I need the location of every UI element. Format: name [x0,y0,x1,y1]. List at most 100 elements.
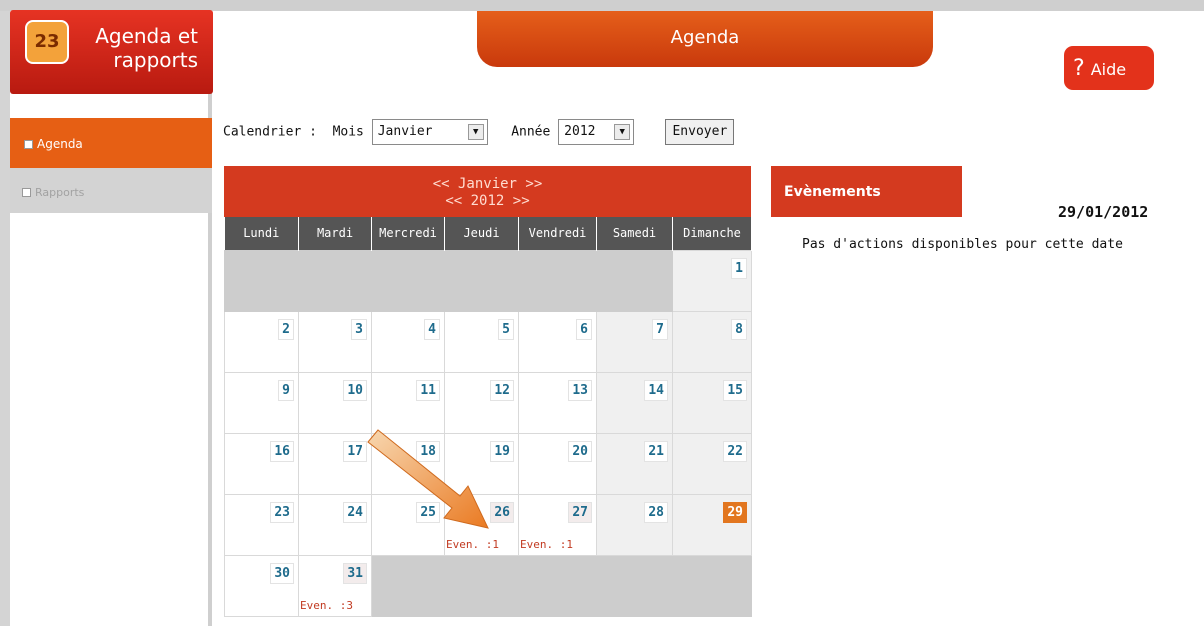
calendar-header: << Janvier >> << 2012 >> [224,166,751,217]
checkbox-icon [22,188,31,197]
day-number[interactable]: 8 [731,318,747,340]
calendar-day-11[interactable]: 11 [371,371,445,434]
chevron-down-icon: ▼ [467,124,484,140]
calendar-empty-cell [518,554,597,617]
event-count[interactable]: Even. :3 [300,599,353,612]
calendar-day-23[interactable]: 23 [224,493,299,556]
day-number[interactable]: 6 [576,318,592,340]
day-number[interactable]: 11 [416,379,440,401]
month-nav[interactable]: << Janvier >> [224,176,751,193]
page-title: Agenda [477,11,933,67]
calendar-empty-cell [371,554,445,617]
calendar-day-6[interactable]: 6 [518,310,597,373]
calendar-day-17[interactable]: 17 [298,432,372,495]
day-number[interactable]: 27 [568,501,592,523]
day-number[interactable]: 28 [644,501,668,523]
day-number[interactable]: 7 [652,318,668,340]
calendar-day-13[interactable]: 13 [518,371,597,434]
sidebar [10,11,212,626]
calendar-day-24[interactable]: 24 [298,493,372,556]
day-number[interactable]: 25 [416,501,440,523]
calendar-day-9[interactable]: 9 [224,371,299,434]
calendar-day-26[interactable]: 26 Even. :1 [444,493,519,556]
day-number[interactable]: 10 [343,379,367,401]
day-number[interactable]: 29 [723,501,747,523]
year-nav[interactable]: << 2012 >> [224,193,751,210]
sidebar-item-label: Agenda [37,137,83,151]
calendar-empty-cell [518,249,597,312]
calendar-day-10[interactable]: 10 [298,371,372,434]
calendar-day-30[interactable]: 30 [224,554,299,617]
calendar-day-22[interactable]: 22 [672,432,752,495]
calendar-label: Calendrier : [223,124,317,140]
submit-button[interactable]: Envoyer [665,119,735,145]
calendar-day-14[interactable]: 14 [596,371,673,434]
weekday-mardi: Mardi [298,217,372,250]
day-number[interactable]: 19 [490,440,514,462]
calendar-day-1[interactable]: 1 [672,249,752,312]
calendar-day-31[interactable]: 31 Even. :3 [298,554,372,617]
calendar-day-3[interactable]: 3 [298,310,372,373]
day-number[interactable]: 9 [278,379,294,401]
day-number[interactable]: 26 [490,501,514,523]
day-number[interactable]: 17 [343,440,367,462]
calendar-day-4[interactable]: 4 [371,310,445,373]
weekday-dimanche: Dimanche [672,217,752,250]
calendar-day-28[interactable]: 28 [596,493,673,556]
calendar-day-19[interactable]: 19 [444,432,519,495]
help-label: Aide [1090,60,1127,79]
day-number[interactable]: 23 [270,501,294,523]
event-count[interactable]: Even. :1 [520,538,573,551]
help-button[interactable]: ? Aide [1064,46,1154,90]
calendar-empty-cell [298,249,372,312]
day-number[interactable]: 30 [270,562,294,584]
calendar-day-25[interactable]: 25 [371,493,445,556]
calendar-day-7[interactable]: 7 [596,310,673,373]
year-value: 2012 [564,124,596,139]
calendar-empty-cell [224,249,299,312]
calendar-day-8[interactable]: 8 [672,310,752,373]
left-gutter [0,11,10,626]
day-number[interactable]: 5 [498,318,514,340]
day-number[interactable]: 24 [343,501,367,523]
calendar-empty-cell [444,249,519,312]
calendar-day-12[interactable]: 12 [444,371,519,434]
day-number[interactable]: 22 [723,440,747,462]
day-number[interactable]: 18 [416,440,440,462]
app-title: Agenda et rapports [95,24,198,72]
calendar-day-27[interactable]: 27 Even. :1 [518,493,597,556]
calendar-icon: 23 [25,20,69,64]
day-number[interactable]: 3 [351,318,367,340]
day-number[interactable]: 31 [343,562,367,584]
day-number[interactable]: 13 [568,379,592,401]
sidebar-item-agenda[interactable]: Agenda [10,118,212,168]
calendar-day-21[interactable]: 21 [596,432,673,495]
calendar-day-2[interactable]: 2 [224,310,299,373]
day-number[interactable]: 2 [278,318,294,340]
calendar-day-29[interactable]: 29 [672,493,752,556]
month-select[interactable]: Janvier ▼ [371,119,488,145]
calendar-day-20[interactable]: 20 [518,432,597,495]
day-number[interactable]: 21 [644,440,668,462]
month-value: Janvier [377,124,433,139]
checkbox-icon [24,140,33,149]
calendar-day-5[interactable]: 5 [444,310,519,373]
app-logo: 23 Agenda et rapports [10,10,213,94]
calendar-empty-cell [596,249,673,312]
calendar-day-18[interactable]: 18 [371,432,445,495]
year-select[interactable]: 2012 ▼ [558,119,635,145]
weekday-lundi: Lundi [224,217,299,250]
day-number[interactable]: 1 [731,257,747,279]
day-number[interactable]: 4 [424,318,440,340]
day-number[interactable]: 20 [568,440,592,462]
weekday-jeudi: Jeudi [444,217,519,250]
day-number[interactable]: 15 [723,379,747,401]
day-number[interactable]: 16 [270,440,294,462]
calendar-day-16[interactable]: 16 [224,432,299,495]
calendar-day-15[interactable]: 15 [672,371,752,434]
weekday-samedi: Samedi [596,217,673,250]
event-count[interactable]: Even. :1 [446,538,499,551]
day-number[interactable]: 12 [490,379,514,401]
day-number[interactable]: 14 [644,379,668,401]
sidebar-item-rapports[interactable]: Rapports [10,168,212,213]
